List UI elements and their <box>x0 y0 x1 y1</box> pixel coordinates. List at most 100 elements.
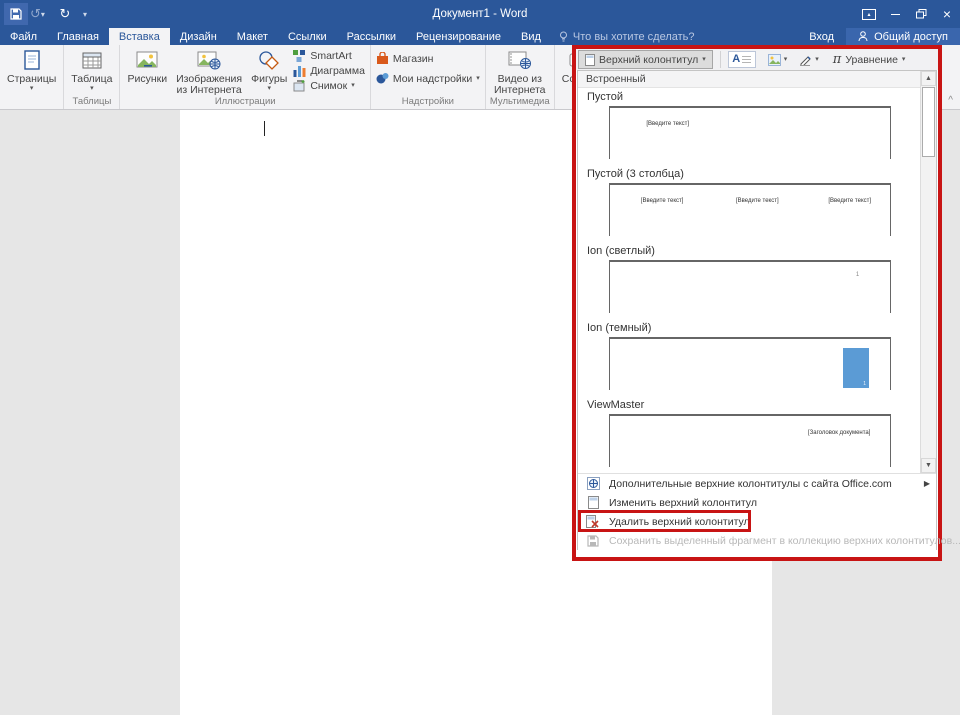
menu-item-edit-header[interactable]: Изменить верхний колонтитул <box>578 493 936 512</box>
menu-item-label: Сохранить выделенный фрагмент в коллекци… <box>609 535 960 547</box>
online-video-icon <box>508 48 532 72</box>
gallery-item-preview: [Введите текст] <box>609 106 891 159</box>
shapes-button[interactable]: Фигуры ▾ <box>247 47 291 93</box>
menu-item-more-headers-office-com[interactable]: Дополнительные верхние колонтитулы с сай… <box>578 474 936 493</box>
tab-review[interactable]: Рецензирование <box>406 28 511 45</box>
chart-button[interactable]: Диаграмма <box>293 65 365 77</box>
menu-item-label: Дополнительные верхние колонтитулы с сай… <box>609 478 892 490</box>
close-button[interactable]: × <box>934 0 960 28</box>
tab-design[interactable]: Дизайн <box>170 28 227 45</box>
tab-insert[interactable]: Вставка <box>109 28 170 45</box>
office-com-gallery-icon <box>585 477 601 491</box>
share-label: Общий доступ <box>874 31 948 43</box>
gallery-item-label: ViewMaster <box>578 396 920 414</box>
header-menu: Дополнительные верхние колонтитулы с сай… <box>578 473 936 550</box>
screenshot-label: Снимок <box>310 80 347 92</box>
gallery-item-viewmaster[interactable]: ViewMaster [Заголовок документа] <box>578 396 920 473</box>
signature-dropdown-arrow-icon: ▾ <box>815 56 819 64</box>
minimize-icon <box>891 14 900 15</box>
online-pictures-label: Изображения из Интернета <box>175 74 243 96</box>
menu-item-delete-header[interactable]: Удалить верхний колонтитул <box>578 512 936 531</box>
sign-in-button[interactable]: Вход <box>797 28 846 45</box>
scroll-up-button[interactable]: ▲ <box>921 71 936 86</box>
undo-dropdown-arrow-icon[interactable]: ▾ <box>41 10 52 19</box>
restore-icon <box>916 9 927 19</box>
tab-layout[interactable]: Макет <box>227 28 278 45</box>
restore-button[interactable] <box>908 0 934 28</box>
gallery-item-preview: [Заголовок документа] <box>609 414 891 467</box>
pi-icon: π <box>833 52 842 67</box>
wordart-icon <box>768 54 781 66</box>
undo-button[interactable]: ↺▾ <box>30 3 52 25</box>
customize-qat-button[interactable]: ▾ <box>78 3 92 25</box>
lightbulb-icon <box>559 31 568 43</box>
gallery-item-ion-light[interactable]: Ion (светлый) 1 <box>578 242 920 319</box>
menu-item-label: Изменить верхний колонтитул <box>609 497 757 509</box>
wordart-dropdown-arrow-icon: ▾ <box>784 56 788 64</box>
tell-me-box[interactable]: Что вы хотите сделать? <box>559 28 695 45</box>
header-icon <box>585 54 595 66</box>
placeholder-text: [Введите текст] <box>828 198 871 204</box>
tab-file[interactable]: Файл <box>0 28 47 45</box>
gallery-section-title: Встроенный <box>578 71 936 88</box>
ribbon-group-illustrations: Рисунки Изображения из Интернета Фигуры … <box>120 45 370 109</box>
chart-icon <box>293 65 306 77</box>
person-icon <box>858 31 868 42</box>
online-video-button[interactable]: Видео из Интернета <box>489 47 551 96</box>
edit-header-icon <box>585 496 601 510</box>
tables-group-label: Таблицы <box>67 96 116 109</box>
tab-home[interactable]: Главная <box>47 28 109 45</box>
pictures-label: Рисунки <box>127 74 167 85</box>
menu-item-save-selection[interactable]: Сохранить выделенный фрагмент в коллекци… <box>578 531 936 550</box>
menu-item-label: Удалить верхний колонтитул <box>609 516 750 528</box>
store-button[interactable]: Магазин <box>376 52 480 65</box>
my-addins-button[interactable]: Мои надстройки ▾ <box>376 72 480 85</box>
shapes-label: Фигуры <box>251 74 287 85</box>
screenshot-icon <box>293 80 306 92</box>
gallery-item-label: Пустой <box>578 88 920 106</box>
shapes-icon <box>258 48 280 72</box>
pictures-button[interactable]: Рисунки <box>123 47 171 85</box>
tab-mailings[interactable]: Рассылки <box>337 28 406 45</box>
signature-line-button[interactable]: ▾ <box>799 54 819 66</box>
screenshot-button[interactable]: Снимок ▾ <box>293 80 365 92</box>
wordart-button[interactable]: ▾ <box>768 54 788 66</box>
ribbon-group-pages: Страницы ▾ <box>0 45 64 109</box>
equation-button[interactable]: π Уравнение ▾ <box>833 52 906 67</box>
scrollbar-thumb[interactable] <box>922 87 935 157</box>
gallery-item-blank-3col[interactable]: Пустой (3 столбца) [Введите текст] [Введ… <box>578 165 920 242</box>
quick-access-toolbar: ↺▾ ↻ ▾ <box>0 0 92 28</box>
save-button[interactable] <box>4 3 28 25</box>
gallery-item-preview: [Введите текст] [Введите текст] [Введите… <box>609 183 891 236</box>
online-pictures-button[interactable]: Изображения из Интернета <box>171 47 247 96</box>
tab-view[interactable]: Вид <box>511 28 551 45</box>
group-divider <box>720 51 721 68</box>
share-button[interactable]: Общий доступ <box>846 28 960 45</box>
delete-header-icon <box>585 515 601 529</box>
gallery-scrollbar[interactable]: ▲ ▼ <box>920 71 936 473</box>
redo-button[interactable]: ↻ <box>54 3 76 25</box>
page-number: 1 <box>863 381 866 387</box>
smartart-button[interactable]: SmartArt <box>293 50 365 62</box>
gallery-item-label: Ion (темный) <box>578 319 920 337</box>
ribbon-group-tables: Таблица ▾ Таблицы <box>64 45 120 109</box>
equation-label: Уравнение <box>845 54 898 66</box>
ribbon-display-options-button[interactable]: ▴ <box>856 0 882 28</box>
window-controls: ▴ × <box>856 0 960 28</box>
scroll-down-button[interactable]: ▼ <box>921 458 936 473</box>
table-button[interactable]: Таблица ▾ <box>67 47 116 93</box>
ribbon-header-footer-strip: Верхний колонтитул ▾ A ▾ ▾ π Уравнение ▾ <box>576 49 938 70</box>
gallery-item-blank[interactable]: Пустой [Введите текст] <box>578 88 920 165</box>
header-button[interactable]: Верхний колонтитул ▾ <box>578 50 713 69</box>
minimize-button[interactable] <box>882 0 908 28</box>
tab-references[interactable]: Ссылки <box>278 28 337 45</box>
table-dropdown-arrow-icon: ▾ <box>90 85 94 93</box>
text-box-button[interactable]: A <box>728 51 756 68</box>
shapes-dropdown-arrow-icon: ▾ <box>267 85 271 93</box>
pages-button[interactable]: Страницы ▾ <box>3 47 60 93</box>
tell-me-placeholder: Что вы хотите сделать? <box>573 31 695 43</box>
store-label: Магазин <box>393 53 434 65</box>
collapse-ribbon-button[interactable]: ^ <box>948 95 953 106</box>
gallery-item-ion-dark[interactable]: Ion (темный) 1 <box>578 319 920 396</box>
placeholder-text: [Введите текст] <box>736 198 779 204</box>
